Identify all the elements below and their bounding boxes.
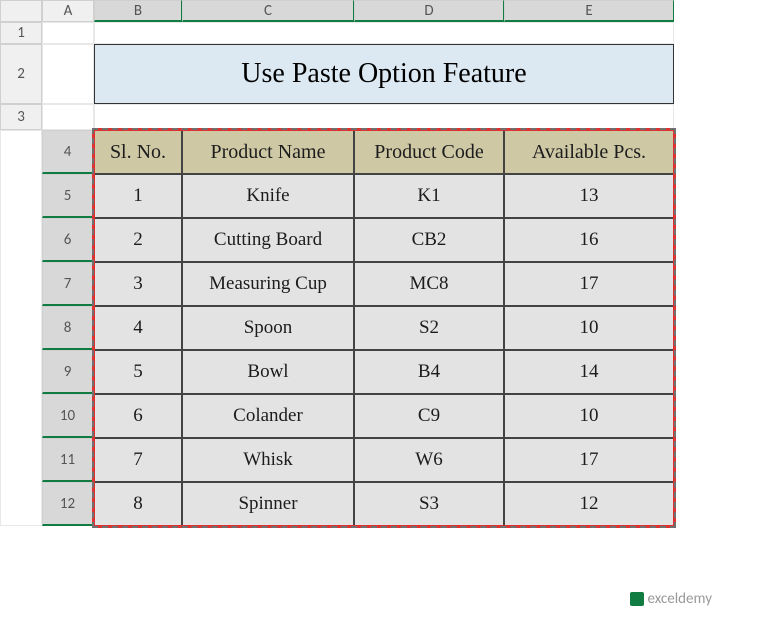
table-cell[interactable]: 1 xyxy=(94,174,182,218)
header-sl[interactable]: Sl. No. xyxy=(94,130,182,174)
row-header-3[interactable]: 3 xyxy=(0,104,42,130)
row-header-10[interactable]: 10 xyxy=(42,394,94,438)
cell-row3[interactable] xyxy=(94,104,674,130)
header-code[interactable]: Product Code xyxy=(354,130,504,174)
table-cell[interactable]: 7 xyxy=(94,438,182,482)
table-cell[interactable]: 6 xyxy=(94,394,182,438)
col-header-d[interactable]: D xyxy=(354,0,504,22)
data-selection-area[interactable]: Sl. No. Product Name Product Code Availa… xyxy=(94,130,674,526)
table-cell[interactable]: 13 xyxy=(504,174,674,218)
table-cell[interactable]: K1 xyxy=(354,174,504,218)
table-cell[interactable]: 17 xyxy=(504,262,674,306)
table-cell[interactable]: CB2 xyxy=(354,218,504,262)
table-cell[interactable]: Spoon xyxy=(182,306,354,350)
spreadsheet-grid: A B C D E 1 2 Use Paste Option Feature 3… xyxy=(0,0,767,526)
cell-colA[interactable] xyxy=(0,130,42,526)
table-cell[interactable]: 2 xyxy=(94,218,182,262)
table-cell[interactable]: Bowl xyxy=(182,350,354,394)
row-header-12[interactable]: 12 xyxy=(42,482,94,526)
table-cell[interactable]: C9 xyxy=(354,394,504,438)
table-cell[interactable]: Knife xyxy=(182,174,354,218)
data-table: Sl. No. Product Name Product Code Availa… xyxy=(94,130,674,526)
cell-a3[interactable] xyxy=(42,104,94,130)
col-header-b[interactable]: B xyxy=(94,0,182,22)
table-cell[interactable]: 14 xyxy=(504,350,674,394)
table-cell[interactable]: 16 xyxy=(504,218,674,262)
table-cell[interactable]: Measuring Cup xyxy=(182,262,354,306)
row-header-6[interactable]: 6 xyxy=(42,218,94,262)
table-cell[interactable]: 12 xyxy=(504,482,674,526)
row-header-5[interactable]: 5 xyxy=(42,174,94,218)
row-header-11[interactable]: 11 xyxy=(42,438,94,482)
row-header-7[interactable]: 7 xyxy=(42,262,94,306)
table-cell[interactable]: S2 xyxy=(354,306,504,350)
row-header-2[interactable]: 2 xyxy=(0,44,42,104)
title-cell[interactable]: Use Paste Option Feature xyxy=(94,44,674,104)
select-all-corner[interactable] xyxy=(0,0,42,22)
watermark: exceldemy xyxy=(630,590,712,608)
table-cell[interactable]: 5 xyxy=(94,350,182,394)
watermark-text: exceldemy xyxy=(648,590,712,608)
col-header-e[interactable]: E xyxy=(504,0,674,22)
row-header-1[interactable]: 1 xyxy=(0,22,42,44)
col-header-c[interactable]: C xyxy=(182,0,354,22)
col-header-a[interactable]: A xyxy=(42,0,94,22)
cell-row1[interactable] xyxy=(94,22,674,44)
table-cell[interactable]: S3 xyxy=(354,482,504,526)
header-pcs[interactable]: Available Pcs. xyxy=(504,130,674,174)
row-header-8[interactable]: 8 xyxy=(42,306,94,350)
table-cell[interactable]: W6 xyxy=(354,438,504,482)
table-cell[interactable]: 4 xyxy=(94,306,182,350)
excel-icon xyxy=(630,592,644,606)
row-header-9[interactable]: 9 xyxy=(42,350,94,394)
table-cell[interactable]: Cutting Board xyxy=(182,218,354,262)
table-cell[interactable]: Whisk xyxy=(182,438,354,482)
table-cell[interactable]: B4 xyxy=(354,350,504,394)
table-cell[interactable]: Spinner xyxy=(182,482,354,526)
table-cell[interactable]: 3 xyxy=(94,262,182,306)
table-cell[interactable]: Colander xyxy=(182,394,354,438)
table-cell[interactable]: 17 xyxy=(504,438,674,482)
table-cell[interactable]: MC8 xyxy=(354,262,504,306)
table-cell[interactable]: 8 xyxy=(94,482,182,526)
table-cell[interactable]: 10 xyxy=(504,394,674,438)
cell-a1[interactable] xyxy=(42,22,94,44)
row-header-4[interactable]: 4 xyxy=(42,130,94,174)
header-name[interactable]: Product Name xyxy=(182,130,354,174)
table-cell[interactable]: 10 xyxy=(504,306,674,350)
cell-a2[interactable] xyxy=(42,44,94,104)
